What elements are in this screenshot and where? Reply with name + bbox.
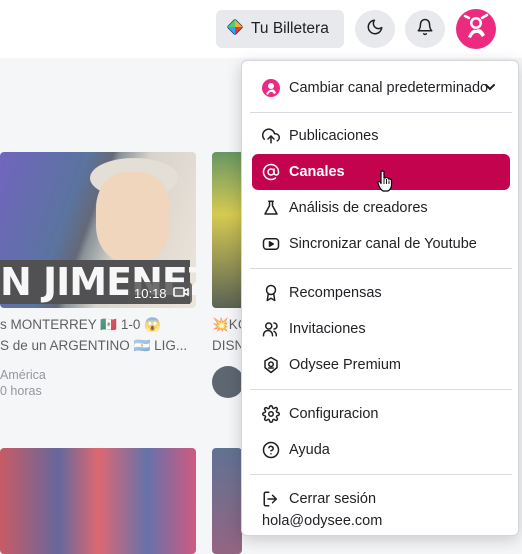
account-menu: Cambiar canal predeterminado Publicacion… [241,60,519,536]
odysee-spaceman-icon [460,11,492,48]
flask-icon [261,198,281,218]
menu-item-logout[interactable]: Cerrar sesión [252,481,510,517]
menu-item-ayuda[interactable]: Ayuda [252,432,510,468]
youtube-icon [261,234,281,254]
account-avatar-button[interactable] [456,9,496,49]
chevron-down-icon [484,80,496,98]
menu-divider [250,474,512,475]
theme-toggle-button[interactable] [355,10,395,48]
menu-divider [250,268,512,269]
wallet-label: Tu Billetera [251,20,329,37]
menu-item-sync-youtube[interactable]: Sincronizar canal de Youtube [252,226,510,262]
hand-cursor-icon [377,170,393,197]
channel-avatar-icon [261,78,281,98]
logout-icon [261,489,281,509]
users-icon [261,319,281,339]
bell-icon [416,18,434,41]
menu-item-publicaciones[interactable]: Publicaciones [252,118,510,154]
gear-icon [261,404,281,424]
menu-divider [250,389,512,390]
account-email: hola@odysee.com [262,513,383,529]
top-header: Tu Billetera [0,0,522,58]
at-sign-icon [261,162,281,182]
help-icon [261,440,281,460]
change-default-channel[interactable]: Cambiar canal predeterminado [252,70,510,106]
notifications-button[interactable] [405,10,445,48]
award-icon [261,283,281,303]
premium-badge-icon [261,355,281,375]
upload-cloud-icon [261,126,281,146]
menu-item-recompensas[interactable]: Recompensas [252,275,510,311]
moon-icon [366,18,384,41]
menu-item-configuracion[interactable]: Configuracion [252,396,510,432]
menu-item-premium[interactable]: Odysee Premium [252,347,510,383]
wallet-button[interactable]: Tu Billetera [216,10,344,48]
wallet-icon [226,18,244,41]
menu-divider [250,112,512,113]
default-channel-label: Cambiar canal predeterminado [289,80,489,96]
menu-item-invitaciones[interactable]: Invitaciones [252,311,510,347]
